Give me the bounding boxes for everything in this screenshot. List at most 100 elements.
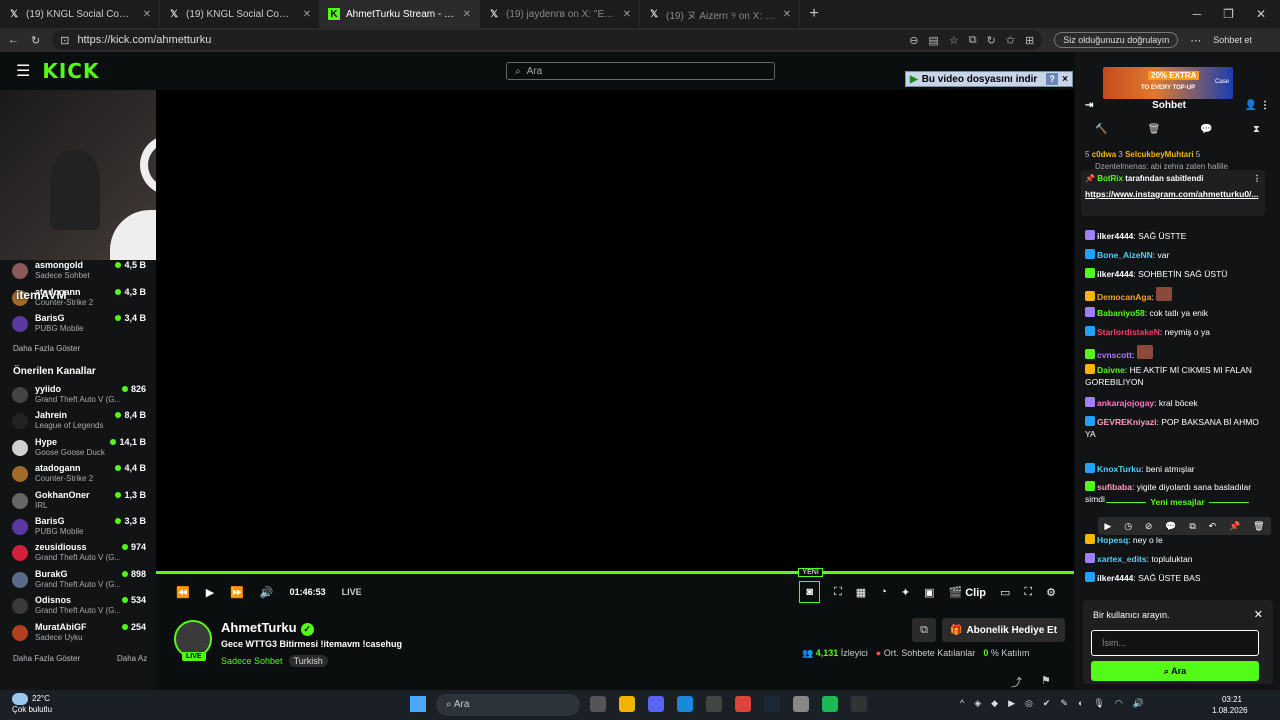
steam-icon[interactable] <box>764 696 780 712</box>
wifi-icon[interactable]: ◠ <box>1115 698 1123 709</box>
favorites-icon[interactable]: ✩ <box>1006 34 1015 47</box>
favorite-star-icon[interactable]: ☆ <box>949 34 959 47</box>
chevron-up-icon[interactable]: ^ <box>960 698 964 709</box>
video-player[interactable] <box>156 90 1074 572</box>
chat-message[interactable]: Bone_AizeNN: var <box>1085 249 1270 261</box>
minimize-icon[interactable]: ─ <box>1193 7 1202 21</box>
sidebar-channel[interactable]: Odisnos Grand Theft Auto V (G... 534 <box>12 595 152 621</box>
chat-message[interactable]: xartex_edits: topluluktan <box>1085 553 1270 565</box>
close-tab-icon[interactable]: ✕ <box>463 9 471 20</box>
weather-widget[interactable]: 22°C Çok bulutlu <box>12 693 52 715</box>
close-tab-icon[interactable]: ✕ <box>783 9 791 20</box>
sidebar-channel[interactable]: zeusidiouss Grand Theft Auto V (G... 974 <box>12 542 152 568</box>
tray-app-icon[interactable]: ✔ <box>1043 698 1051 709</box>
more-options-icon[interactable]: ⋮ <box>1253 174 1261 183</box>
file-explorer-icon[interactable] <box>619 696 635 712</box>
collections-icon[interactable]: ⊞ <box>1025 34 1034 47</box>
chart-icon[interactable]: ▦ <box>856 586 866 599</box>
more-icon[interactable]: ⋯ <box>1190 34 1201 47</box>
hammer-icon[interactable]: 🔨 <box>1095 124 1107 140</box>
site-info-icon[interactable]: ⊡ <box>60 34 69 47</box>
share-icon[interactable]: ⤴ <box>1011 674 1022 690</box>
clock[interactable]: 03:21 1.08.2026 <box>1212 694 1248 716</box>
sidebar-channel[interactable]: Hype Goose Goose Duck 14,1 B <box>12 437 152 463</box>
kick-logo[interactable]: KICK <box>42 59 99 83</box>
volume-icon[interactable]: 🔊 <box>260 586 274 599</box>
theater-icon[interactable]: ▭ <box>1000 586 1010 599</box>
chat-bubble-icon[interactable]: 💬 <box>1200 124 1212 140</box>
speed-icon[interactable]: ◔ <box>880 586 887 598</box>
close-window-icon[interactable]: ✕ <box>1256 7 1266 21</box>
pinned-link[interactable]: https://www.instagram.com/ahmetturku0/..… <box>1085 189 1261 200</box>
play-icon[interactable]: ▶ <box>1104 521 1111 532</box>
rewind-icon[interactable]: ⏪ <box>176 586 190 599</box>
extensions-icon[interactable]: ⧉ <box>969 34 977 47</box>
hamburger-menu-icon[interactable]: ☰ <box>16 61 30 81</box>
forward-icon[interactable]: ⏩ <box>230 586 244 599</box>
sidebar-channel[interactable]: MuratAbiGF Sadece Uyku 254 <box>12 622 152 648</box>
sidebar-channel[interactable]: Jahrein League of Legends 8,4 B <box>12 410 152 436</box>
refresh-icon[interactable]: ↻ <box>31 34 40 47</box>
language-tag[interactable]: Turkish <box>288 655 328 667</box>
tray-app-icon[interactable]: ✎ <box>1060 698 1068 709</box>
chat-message[interactable]: ilker4444: SAĞ ÜSTTE <box>1085 230 1270 242</box>
pip-icon[interactable]: ▣ <box>924 586 934 599</box>
sidebar-channel[interactable]: yyiido Grand Theft Auto V (G... 826 <box>12 384 152 410</box>
new-tab-button[interactable]: + <box>800 5 828 23</box>
sign-in-button[interactable]: Siz olduğunuzu doğrulayın <box>1054 32 1179 48</box>
progress-bar[interactable] <box>156 571 1074 574</box>
play-button[interactable]: ▶ <box>206 586 214 599</box>
user-list-icon[interactable]: 👤 <box>1245 100 1257 111</box>
pin-icon[interactable]: 📌 <box>1229 521 1240 532</box>
browser-tab[interactable]: 𝕏(19) KNGL Social Community / X✕ <box>0 0 160 28</box>
taskbar-search[interactable]: ⌕ Ara <box>436 694 580 716</box>
sidebar-channel[interactable]: asmongold Sadece Sohbet 4,5 B <box>12 260 152 286</box>
chat-message[interactable]: ilker4444: SOHBETİN SAĞ ÜSTÜ <box>1085 268 1270 280</box>
user-search-input[interactable]: İsim... <box>1091 630 1259 656</box>
user-search-button[interactable]: ⌕ Ara <box>1091 661 1259 681</box>
more-options-icon[interactable]: ⋮ <box>1260 100 1270 111</box>
streamer-name[interactable]: AhmetTurku ✓ <box>221 620 314 636</box>
chat-message[interactable]: cvnscott: <box>1085 345 1270 361</box>
windows-start-icon[interactable] <box>410 696 426 712</box>
camera-clip-button[interactable]: YENİ ◙ <box>798 568 823 603</box>
edge-icon[interactable] <box>677 696 693 712</box>
collapse-chat-icon[interactable]: ⇥ <box>1085 100 1093 111</box>
close-tab-icon[interactable]: ✕ <box>623 9 631 20</box>
chat-message[interactable]: Daivne: HE AKTİF Mİ CIKMIS MI FALAN GORE… <box>1085 364 1270 388</box>
chat-message[interactable]: KnoxTurku: beni atmışlar <box>1085 463 1270 475</box>
copilot-chat-button[interactable]: Sohbet et <box>1213 35 1252 45</box>
sidebar-channel[interactable]: BurakG Grand Theft Auto V (G... 898 <box>12 569 152 595</box>
clock-icon[interactable]: ◷ <box>1124 521 1132 532</box>
gift-sub-button[interactable]: 🎁 Abonelik Hediye Et <box>942 618 1066 642</box>
reply-icon[interactable]: 💬 <box>1165 521 1176 532</box>
obs-icon[interactable] <box>706 696 722 712</box>
site-search-input[interactable]: ⌕ Ara <box>506 62 775 80</box>
discord-icon[interactable] <box>648 696 664 712</box>
hourglass-icon[interactable]: ⧗ <box>1253 124 1260 140</box>
chat-message[interactable]: Babaniyo58: cok tatlı ya enik <box>1085 307 1270 319</box>
chat-message[interactable]: StarlordistakeN: neymiş o ya <box>1085 326 1270 338</box>
report-icon[interactable]: ⚑ <box>1041 674 1051 687</box>
chat-message[interactable]: ilker4444: SAĞ ÜSTE BAS <box>1085 572 1270 584</box>
trash-icon[interactable]: 🗑 <box>1148 124 1161 140</box>
browser-tab[interactable]: 𝕏(19) ヌ Aizerrı ୨ on X: "yemek yap✕ <box>640 0 800 28</box>
microphone-icon[interactable]: 🎙 <box>1093 698 1104 709</box>
show-more-link[interactable]: Daha Fazla Göster <box>13 344 80 353</box>
maximize-icon[interactable]: ❐ <box>1223 7 1234 21</box>
delete-icon[interactable]: 🗑 <box>1253 521 1264 532</box>
settings-gear-icon[interactable]: ⚙ <box>1046 586 1056 599</box>
task-view-icon[interactable] <box>590 696 606 712</box>
chrome-icon[interactable] <box>735 696 751 712</box>
copy-icon[interactable]: ⧉ <box>1189 521 1195 532</box>
ad-banner[interactable]: 20% EXTRA TO EVERY TOP-UP Case <box>1103 67 1233 99</box>
browser-tab[interactable]: 𝕏(19) jaydenгв on X: "Evleri yakın ol✕ <box>480 0 640 28</box>
tray-app-icon[interactable]: ◎ <box>1025 698 1033 709</box>
tray-app-icon[interactable]: ◆ <box>991 698 998 709</box>
chat-message[interactable]: GEVREKniyazi: POP BAKSANA Bİ AHMO YA <box>1085 416 1270 440</box>
help-icon[interactable]: ? <box>1046 73 1059 85</box>
fullscreen-icon[interactable]: ⛶ <box>1024 586 1032 599</box>
chat-message[interactable]: sufibaba: yigite diyolardı sana basladıl… <box>1085 481 1270 505</box>
chat-message[interactable]: ankarajojogay: kral böcek <box>1085 397 1270 409</box>
ban-icon[interactable]: ⊘ <box>1145 521 1153 532</box>
